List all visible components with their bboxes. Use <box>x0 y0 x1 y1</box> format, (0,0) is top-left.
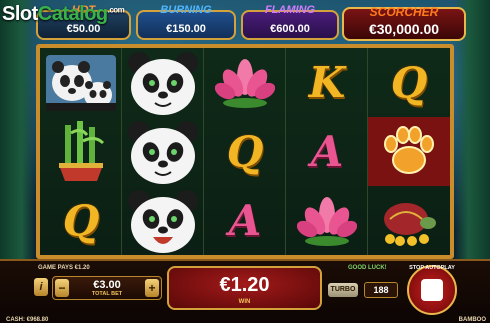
reel-2 <box>122 48 204 255</box>
reel-4: K A <box>286 48 368 255</box>
panda-head-icon <box>128 51 198 115</box>
jackpot-scorcher-value: €30,000.00 <box>368 21 440 37</box>
turbo-button[interactable]: TURBO <box>328 283 358 297</box>
turtle-icon <box>384 202 436 246</box>
turtle-gold-symbol <box>368 186 450 255</box>
jackpot-scorcher-name: SCORCHER <box>369 5 439 19</box>
autoplay-count: 188 <box>364 282 398 298</box>
pink-a-icon: A <box>228 196 262 245</box>
jackpot-scorcher: SCORCHER €30,000.00 <box>342 5 466 41</box>
reel-3: Q A <box>204 48 286 255</box>
gold-q-symbol: Q <box>204 117 286 186</box>
panda-family-symbol <box>40 48 122 117</box>
panda-head-icon <box>128 120 198 184</box>
watermark-logo: SlotCatalog.com <box>2 3 125 26</box>
panda-head-icon <box>128 189 198 253</box>
total-bet-value: €3.00 <box>93 279 121 291</box>
watermark-com: .com <box>107 5 125 15</box>
lotus-icon <box>215 58 275 108</box>
win-display: €1.20 WIN <box>167 266 322 310</box>
game-stage: HOT €50.00 BURNING €150.00 FLAMING €600.… <box>0 0 490 323</box>
pink-a-icon: A <box>310 127 344 176</box>
watermark-catalog: Catalog <box>37 3 108 25</box>
bamboo-pot-symbol <box>40 117 122 186</box>
bet-increase-button[interactable]: + <box>145 279 159 297</box>
reel-frame: Q Q A K A Q <box>36 44 454 259</box>
good-luck-label: GOOD LUCK! <box>348 265 387 271</box>
win-value: €1.20 <box>219 274 270 296</box>
pink-a-symbol: A <box>286 117 368 186</box>
pink-a-symbol: A <box>204 186 286 255</box>
stop-autoplay-label: STOP AUTOPLAY <box>409 265 455 271</box>
reel-5: Q <box>368 48 450 255</box>
jackpot-flaming-name: FLAMING <box>264 4 316 16</box>
gold-q-icon: Q <box>226 127 264 176</box>
stop-icon <box>421 279 443 301</box>
pink-lotus-symbol <box>204 48 286 117</box>
bamboo-right-decoration <box>454 0 490 283</box>
gold-q-symbol: Q <box>40 186 122 255</box>
brand-label: BAMBOO <box>458 317 486 323</box>
game-pays-label: GAME PAYS €1.20 <box>38 265 90 271</box>
jackpot-burning: BURNING €150.00 <box>136 4 236 40</box>
panda-head-symbol <box>122 117 204 186</box>
bet-control: − €3.00 TOTAL BET + <box>52 276 162 300</box>
info-button[interactable]: i <box>34 278 48 296</box>
jackpot-flaming: FLAMING €600.00 <box>241 4 339 40</box>
reel-1: Q <box>40 48 122 255</box>
cash-balance: CASH: €968.80 <box>6 317 49 323</box>
tiger-paw-symbol <box>368 117 450 186</box>
jackpot-burning-value: €150.00 <box>166 23 206 35</box>
gold-q-icon: Q <box>62 196 100 245</box>
control-console: GAME PAYS €1.20 i − €3.00 TOTAL BET + €1… <box>0 259 490 323</box>
lotus-icon <box>297 196 357 246</box>
gold-k-icon: K <box>308 58 346 107</box>
gold-q-symbol: Q <box>368 48 450 117</box>
stop-autoplay-button[interactable]: STOP AUTOPLAY <box>407 265 457 315</box>
pink-lotus-symbol <box>286 186 368 255</box>
panda-head-symbol <box>122 48 204 117</box>
gold-k-symbol: K <box>286 48 368 117</box>
paw-icon <box>384 125 434 174</box>
bamboo-left-decoration <box>0 0 36 283</box>
total-bet-label: TOTAL BET <box>91 291 123 297</box>
jackpot-flaming-value: €600.00 <box>270 23 310 35</box>
bamboo-pot-icon <box>59 120 105 181</box>
win-label: WIN <box>238 299 251 305</box>
panda-head-symbol <box>122 186 204 255</box>
watermark-slot: Slot <box>2 3 38 25</box>
panda-family-icon <box>46 54 116 111</box>
bet-decrease-button[interactable]: − <box>55 279 69 297</box>
jackpot-burning-name: BURNING <box>160 4 212 16</box>
gold-q-icon: Q <box>390 58 428 107</box>
